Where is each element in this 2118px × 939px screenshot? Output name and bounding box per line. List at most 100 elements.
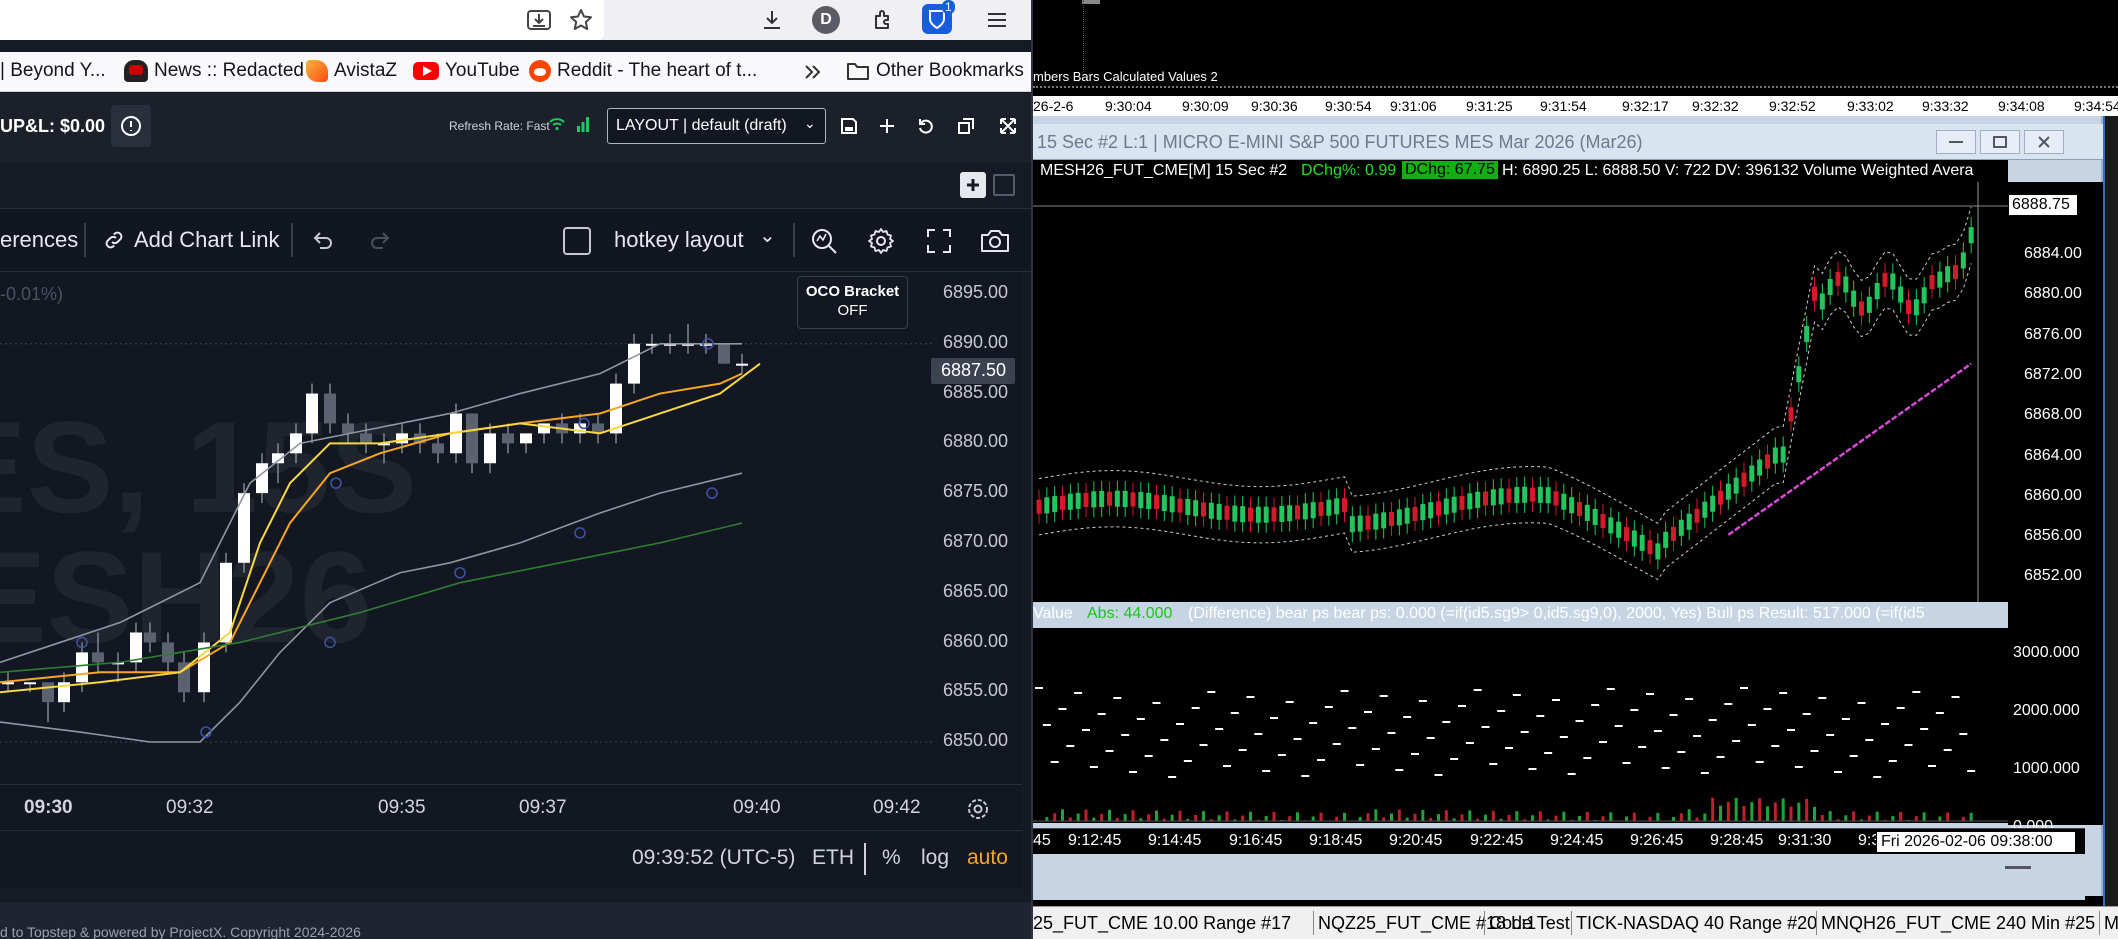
redo-icon[interactable] [365,226,395,254]
candle [628,333,640,394]
candle [1788,397,1794,432]
indicator-header: Value Abs: 44.000 (Difference) bear ps b… [1033,602,2008,628]
bookmark-beyond[interactable]: | Beyond Y... [0,60,106,82]
settings-gear-icon[interactable] [865,225,897,257]
candle [1937,261,1943,298]
undo-icon[interactable] [308,226,338,254]
bookmark-star-icon[interactable] [566,6,596,34]
volume-bar [1202,811,1205,821]
more-bookmarks-chevron-icon[interactable] [800,61,826,83]
percent-toggle[interactable]: % [882,846,901,870]
candle [1334,488,1340,525]
oco-bracket-button[interactable]: OCO Bracket OFF [797,276,908,329]
volume-bar [1061,809,1064,821]
chevron-down-icon[interactable]: ⌄ [759,223,776,248]
candle [112,652,124,683]
tab-tick-nasdaq[interactable]: TICK-NASDAQ 40 Range #20 [1576,913,1817,934]
volume-bar [1053,813,1057,821]
candle [1279,495,1285,533]
candle [1584,494,1590,531]
alert-icon[interactable] [111,105,151,147]
reset-icon[interactable] [913,113,939,139]
price-axis-label: 6876.00 [2024,325,2082,343]
camera-icon[interactable] [978,225,1012,257]
price-axis-label: 6868.00 [2024,406,2082,424]
indicator-plot[interactable] [1033,628,2008,823]
windows-icon[interactable] [953,113,979,139]
preferences-button[interactable]: erences [0,227,78,253]
chart-panel-header [0,163,1033,208]
indicator-search-icon[interactable] [808,225,840,257]
time-axis[interactable]: 45 9:12:45 9:14:45 9:16:45 9:18:45 9:20:45 9:2… [1033,828,2085,854]
volume-bar [1969,812,1973,821]
candle [736,353,748,374]
time-axis[interactable]: 09:30 09:32 09:35 09:37 09:40 09:42 [0,784,1022,830]
tab-m[interactable]: M [2104,913,2118,934]
candle [502,423,514,454]
volume-bar [1108,809,1111,821]
axis-settings-gear-icon[interactable] [964,795,992,823]
horizontal-scrollbar[interactable] [1033,856,2085,900]
close-window-icon[interactable] [2024,130,2064,154]
candle [144,622,156,653]
extensions-icon[interactable] [868,6,898,34]
profile-avatar[interactable]: D [812,6,840,34]
hotkey-checkbox[interactable] [563,227,591,255]
menu-icon[interactable] [982,6,1012,34]
fullscreen-icon[interactable] [923,225,955,257]
candle [1772,437,1778,474]
tab-range-17[interactable]: 25_FUT_CME 10.00 Range #17 [1033,913,1291,934]
price-chart-area[interactable]: ES, 15S ESH26 -0.01%) OCO Bracket OFF 68… [0,272,1022,784]
candlestick-plot[interactable] [1033,182,2008,602]
volume-bar [1961,816,1965,821]
bookmark-youtube[interactable]: YouTube [413,60,520,82]
hotkey-layout-label[interactable]: hotkey layout [614,227,744,253]
candle [1710,485,1716,522]
candle [1906,289,1911,324]
layout-select[interactable]: LAYOUT | default (draft) ⌄ [607,108,826,144]
tape-panel: mbers Bars Calculated Values 2 [1033,0,2118,96]
bookmark-reddit[interactable]: Reddit - The heart of t... [529,60,757,82]
price-axis-label: 6880.00 [943,431,1009,452]
candle [1898,276,1904,313]
volume-bar [1554,815,1558,821]
save-icon[interactable] [836,113,862,139]
add-layout-icon[interactable] [874,113,900,139]
candle [1302,493,1308,530]
volume-bar [1828,811,1832,821]
volume-bar [1468,810,1472,821]
tab-code-test[interactable]: Code Test [1489,913,1570,934]
price-axis-label: 6884.00 [2024,245,2082,262]
maximize-window-icon[interactable] [1980,130,2020,154]
bookmark-avistaz[interactable]: AvistaZ [306,60,397,82]
candle [1420,494,1426,531]
expand-icon[interactable] [995,113,1021,139]
candle [1287,495,1293,532]
address-bar[interactable] [0,0,604,40]
bookmark-news[interactable]: News :: Redacted [124,60,304,82]
price-axis[interactable]: 6884.00 6880.00 6876.00 6872.00 6868.00 6864.… [2008,182,2118,835]
chart-window-titlebar[interactable]: 15 Sec #2 L:1 | MICRO E-MINI S&P 500 FUT… [1033,124,2103,160]
candle [1514,476,1520,514]
candle [1725,473,1731,510]
volume-bar [1421,809,1425,821]
panel-square-icon[interactable] [993,174,1015,196]
add-chart-link-button[interactable]: Add Chart Link [102,223,280,257]
volume-bar [1797,802,1801,821]
bookmarks-bar: | Beyond Y... News :: Redacted AvistaZ Y… [0,52,1033,92]
tape-time-axis: 26-2-6 9:30:04 9:30:09 9:30:36 9:30:54 9:31:0… [1033,96,2118,116]
downloads-icon[interactable] [757,6,787,34]
volume-bar [1781,798,1785,821]
session-toggle[interactable]: ETH [812,846,854,870]
log-toggle[interactable]: log [921,846,949,870]
candle [1749,455,1755,492]
scrollbar-grip[interactable] [2005,866,2031,869]
install-page-icon[interactable] [524,6,554,34]
candle [1169,486,1175,523]
other-bookmarks[interactable]: Other Bookmarks [846,60,1024,82]
tab-mnqh26[interactable]: MNQH26_FUT_CME 240 Min #25 [1821,913,2095,934]
auto-toggle[interactable]: auto [967,846,1008,870]
add-chart-link-label: Add Chart Link [134,227,280,252]
add-panel-icon[interactable] [960,172,986,198]
minimize-window-icon[interactable] [1936,130,1976,154]
